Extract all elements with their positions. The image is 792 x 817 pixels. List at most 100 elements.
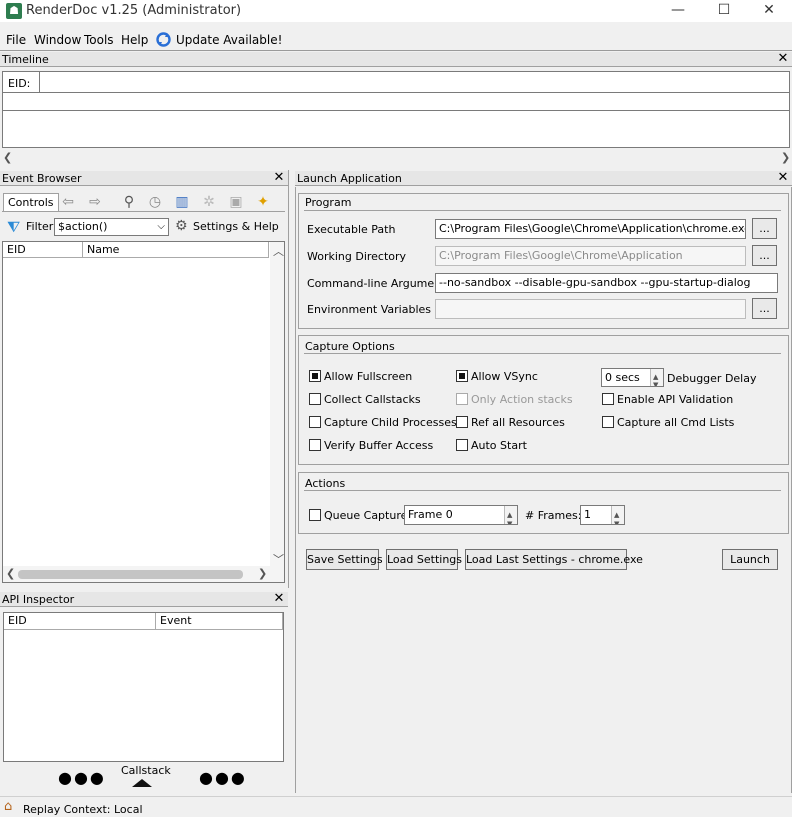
star-icon[interactable]: ✦ xyxy=(254,193,272,211)
capture-options-title: Capture Options xyxy=(305,340,395,353)
launch-close-icon[interactable]: ✕ xyxy=(776,171,790,185)
verify-buffer-access-label: Verify Buffer Access xyxy=(324,439,434,452)
filter-dropdown-chevron-icon[interactable]: ⌵ xyxy=(157,219,165,235)
tab-controls[interactable]: Controls xyxy=(3,193,59,211)
back-arrow-icon[interactable]: ⇦ xyxy=(59,193,77,211)
args-input[interactable]: --no-sandbox --disable-gpu-sandbox --gpu… xyxy=(435,273,778,293)
update-available-link[interactable]: Update Available! xyxy=(176,33,282,47)
queue-frame-input[interactable]: Frame 0 ▲ ▼ xyxy=(404,505,518,525)
splitter-dots-left-icon[interactable]: ●●● xyxy=(58,768,106,787)
load-last-settings-button[interactable]: Load Last Settings - chrome.exe xyxy=(465,549,643,570)
export-icon[interactable]: ✲ xyxy=(200,193,218,211)
find-binoculars-icon[interactable]: ⚲ xyxy=(120,193,138,211)
only-action-stacks-checkbox[interactable] xyxy=(456,393,468,405)
api-inspector-close-icon[interactable]: ✕ xyxy=(272,592,286,606)
api-column-event[interactable]: Event xyxy=(156,613,283,630)
api-inspector-title: API Inspector xyxy=(2,593,75,606)
debugger-delay-spinner[interactable]: ▲ ▼ xyxy=(650,369,663,386)
working-dir-browse-button[interactable]: ... xyxy=(752,245,777,266)
status-bar: ⌂ Replay Context: Local xyxy=(0,796,792,817)
column-eid[interactable]: EID xyxy=(3,242,83,258)
title-bar: ☗ RenderDoc v1.25 (Administrator) — ☐ ✕ xyxy=(0,0,792,22)
forward-arrow-icon[interactable]: ⇨ xyxy=(86,193,104,211)
collect-callstacks-label: Collect Callstacks xyxy=(324,393,421,406)
frames-label: # Frames: xyxy=(525,509,582,522)
working-dir-input[interactable]: C:\Program Files\Google\Chrome\Applicati… xyxy=(435,246,746,266)
env-vars-input xyxy=(435,299,746,319)
allow-fullscreen-checkbox[interactable] xyxy=(309,370,321,382)
allow-fullscreen-label: Allow Fullscreen xyxy=(324,370,413,383)
event-browser-header: Event Browser xyxy=(0,171,288,186)
api-event-list[interactable]: EID Event xyxy=(3,612,284,762)
allow-vsync-checkbox[interactable] xyxy=(456,370,468,382)
home-icon: ⌂ xyxy=(4,799,13,814)
maximize-button[interactable]: ☐ xyxy=(701,0,747,22)
scroll-up-icon[interactable]: ︿ xyxy=(273,243,284,259)
allow-vsync-label: Allow VSync xyxy=(471,370,538,383)
actions-group xyxy=(298,472,789,534)
column-name[interactable]: Name xyxy=(83,242,269,258)
timeline-title: Timeline xyxy=(2,53,49,66)
callstack-label[interactable]: Callstack xyxy=(121,764,171,777)
frames-count-spinner[interactable]: ▲ ▼ xyxy=(611,506,624,524)
launch-header: Launch Application xyxy=(295,171,792,186)
callstack-expand-icon[interactable] xyxy=(132,779,152,787)
debugger-delay-input[interactable]: 0 secs ▲ ▼ xyxy=(601,368,664,387)
scroll-down-icon[interactable]: ﹀ xyxy=(273,551,284,567)
save-settings-button[interactable]: Save Settings xyxy=(306,549,383,570)
ref-all-resources-label: Ref all Resources xyxy=(471,416,565,429)
menu-help[interactable]: Help xyxy=(121,33,148,47)
filter-input[interactable]: $action() ⌵ xyxy=(54,218,169,236)
program-group-title: Program xyxy=(305,196,352,209)
replay-context-label: Replay Context: Local xyxy=(23,803,143,816)
hscroll-thumb[interactable] xyxy=(18,570,243,579)
event-list[interactable]: EID Name ︿ ﹀ ❮ ❯ xyxy=(2,241,285,583)
splitter-dots-right-icon[interactable]: ●●● xyxy=(199,768,247,787)
save-icon[interactable]: ▣ xyxy=(227,193,245,211)
launch-button[interactable]: Launch xyxy=(722,549,778,570)
minimize-button[interactable]: — xyxy=(655,0,701,22)
event-browser-close-icon[interactable]: ✕ xyxy=(272,171,286,185)
frames-count-input[interactable]: 1 ▲ ▼ xyxy=(580,505,625,525)
capture-child-processes-label: Capture Child Processes xyxy=(324,416,457,429)
api-column-eid[interactable]: EID xyxy=(4,613,156,630)
debugger-delay-label: Debugger Delay xyxy=(667,372,757,385)
filter-label: Filter xyxy=(26,220,54,233)
load-settings-button[interactable]: Load Settings xyxy=(386,549,462,570)
renderdoc-logo-icon: ☗ xyxy=(6,3,22,19)
event-list-vscrollbar[interactable] xyxy=(270,242,284,582)
timeline-header: Timeline xyxy=(0,52,792,67)
enable-api-validation-checkbox[interactable] xyxy=(602,393,614,405)
timeline-scroll-right-icon[interactable]: ❯ xyxy=(781,151,790,164)
bookmark-icon[interactable]: ▥ xyxy=(173,193,191,211)
verify-buffer-access-checkbox[interactable] xyxy=(309,439,321,451)
collect-callstacks-checkbox[interactable] xyxy=(309,393,321,405)
args-label: Command-line Arguments xyxy=(307,277,452,290)
auto-start-checkbox[interactable] xyxy=(456,439,468,451)
env-vars-label: Environment Variables xyxy=(307,303,432,316)
launch-title: Launch Application xyxy=(297,172,402,185)
env-vars-edit-button[interactable]: ... xyxy=(752,298,777,319)
timeline-scroll-left-icon[interactable]: ❮ xyxy=(3,151,12,164)
event-browser-title: Event Browser xyxy=(2,172,82,185)
exe-path-input[interactable]: C:\Program Files\Google\Chrome\Applicati… xyxy=(435,219,746,239)
hscroll-left-icon[interactable]: ❮ xyxy=(6,567,15,580)
timestamp-clock-icon[interactable]: ◷ xyxy=(146,193,164,211)
update-icon[interactable] xyxy=(155,31,172,48)
capture-child-processes-checkbox[interactable] xyxy=(309,416,321,428)
exe-browse-button[interactable]: ... xyxy=(752,218,777,239)
queue-frame-spinner[interactable]: ▲ ▼ xyxy=(504,506,517,524)
ref-all-resources-checkbox[interactable] xyxy=(456,416,468,428)
menu-tools[interactable]: Tools xyxy=(84,33,114,47)
actions-title: Actions xyxy=(305,477,346,490)
hscroll-right-icon[interactable]: ❯ xyxy=(258,567,267,580)
menu-window[interactable]: Window xyxy=(34,33,81,47)
api-inspector-header: API Inspector xyxy=(0,592,288,607)
close-button[interactable]: ✕ xyxy=(746,0,792,22)
timeline-close-icon[interactable]: ✕ xyxy=(776,52,790,66)
capture-all-cmd-lists-checkbox[interactable] xyxy=(602,416,614,428)
settings-help-button[interactable]: Settings & Help xyxy=(193,220,279,233)
menu-file[interactable]: File xyxy=(6,33,26,47)
menu-bar: File Window Tools Help Update Available! xyxy=(0,30,792,51)
queue-capture-checkbox[interactable] xyxy=(309,509,321,521)
